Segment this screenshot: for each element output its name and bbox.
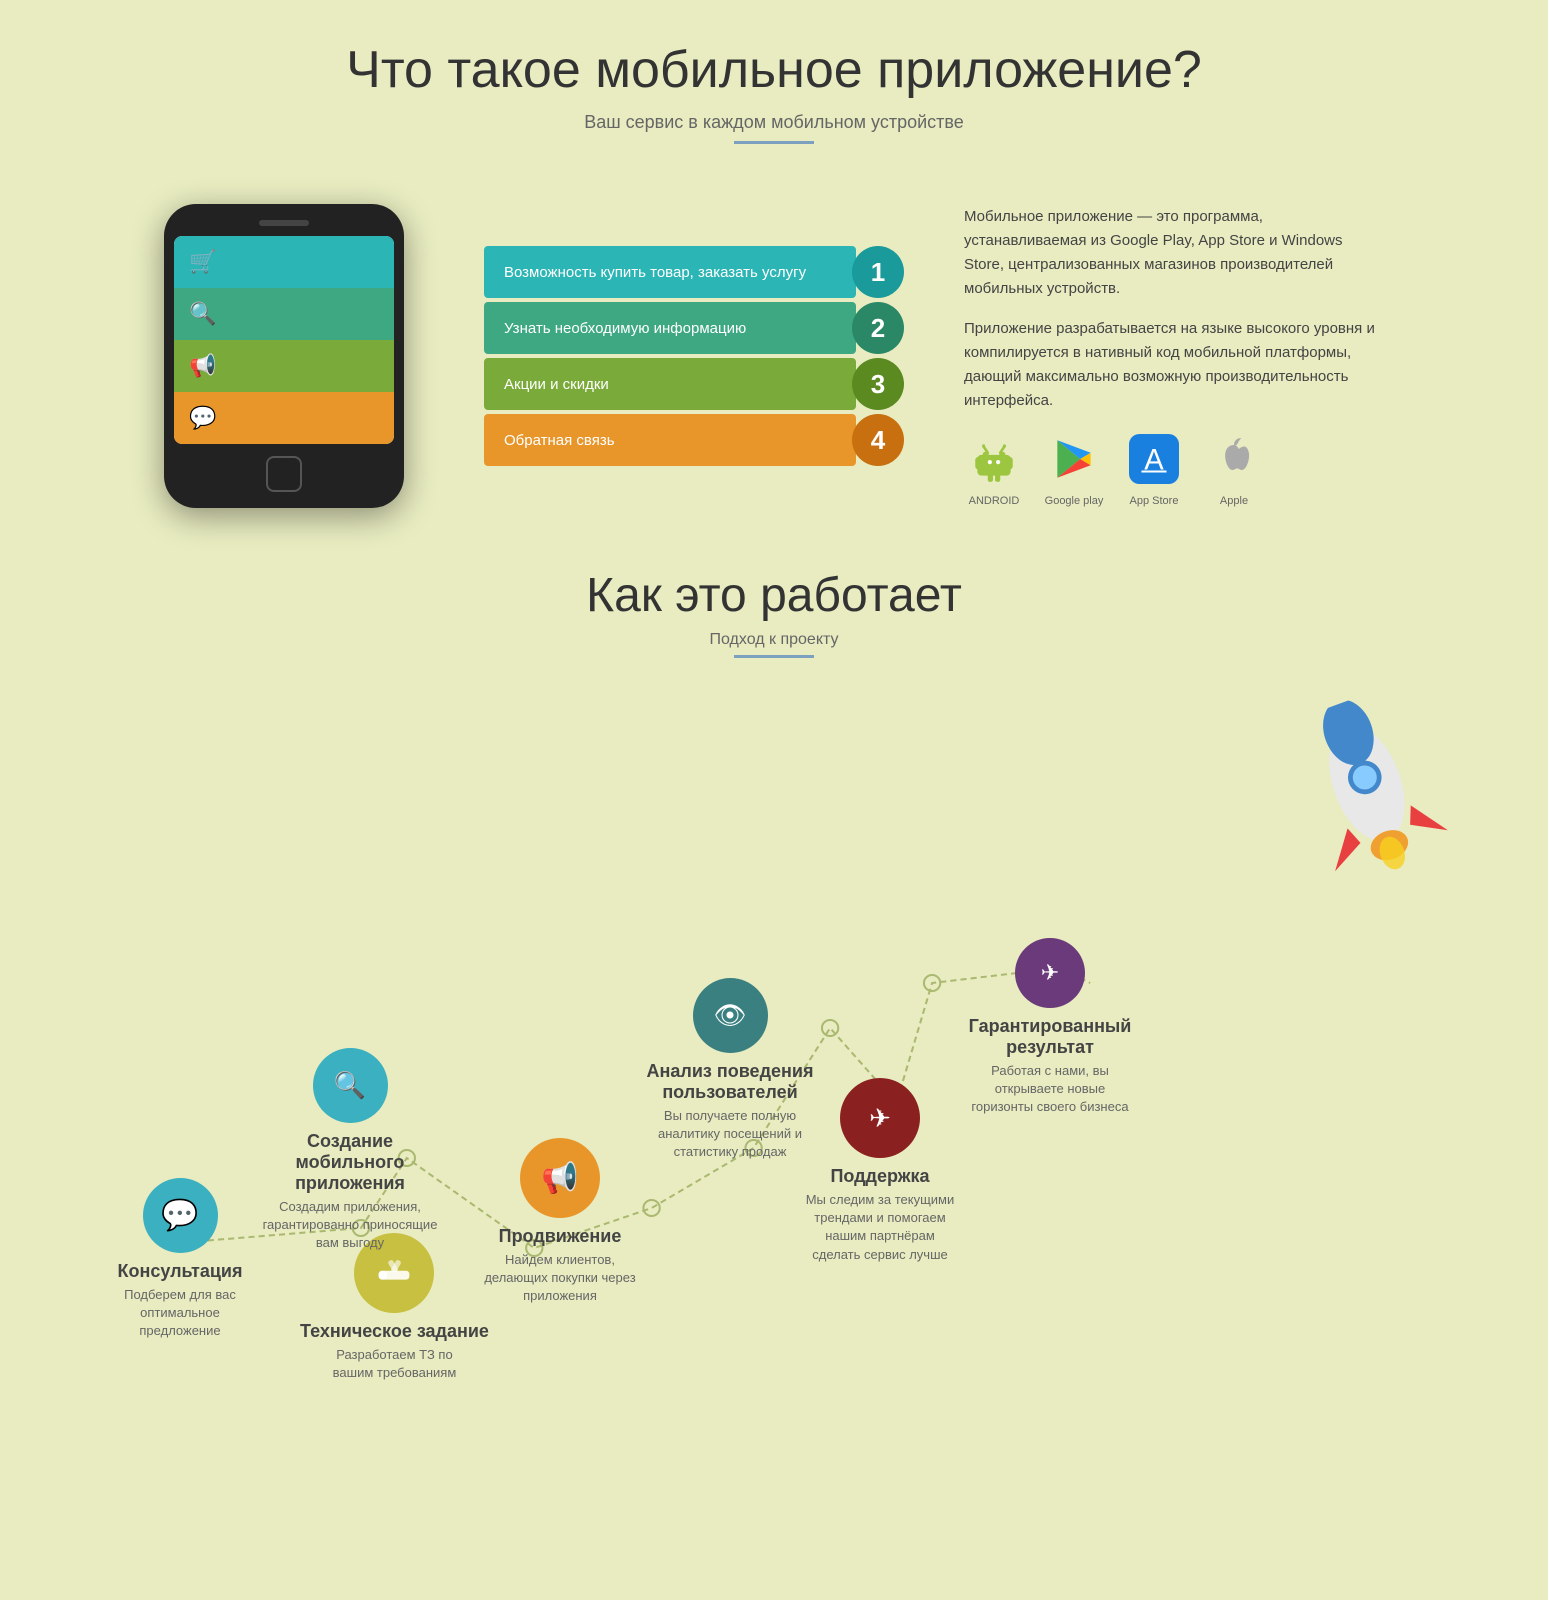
page-title: Что такое мобильное приложение? (60, 40, 1488, 100)
description-box: Мобильное приложение — это программа, ус… (964, 205, 1384, 507)
wf-consultation-title: Консультация (117, 1261, 242, 1282)
feature-bar-1: Возможность купить товар, заказать услуг… (484, 246, 856, 298)
wf-consultation-circle: 💬 (143, 1178, 218, 1253)
wf-analytics-desc: Вы получаете полную аналитику посещений … (650, 1107, 810, 1162)
page-subtitle: Ваш сервис в каждом мобильном устройстве (60, 112, 1488, 133)
wf-analytics-circle: 👁 (693, 978, 768, 1053)
app-store-icon: A (1124, 429, 1184, 489)
phone-icon-search: 🔍 (174, 288, 232, 340)
wf-promotion-circle: 📢 (520, 1138, 600, 1218)
wf-result-desc: Работая с нами, вы открываете новые гори… (970, 1062, 1130, 1117)
phone-bottom (174, 456, 394, 492)
section2-subtitle: Подход к проекту (60, 631, 1488, 649)
wf-support-desc: Мы следим за текущими трендами и помогае… (800, 1191, 960, 1264)
feature-item-2: Узнать необходимую информацию 2 (484, 302, 904, 354)
desc-para2: Приложение разрабатывается на языке высо… (964, 317, 1384, 413)
wf-creation-circle: 🔍 (313, 1048, 388, 1123)
feature-item-3: Акции и скидки 3 (484, 358, 904, 410)
phone-icon-promo: 📢 (174, 340, 232, 392)
section-what-is-app: Что такое мобильное приложение? Ваш серв… (0, 0, 1548, 204)
wf-promotion-desc: Найдем клиентов, делающих покупки через … (480, 1251, 640, 1306)
apple-label: Apple (1220, 495, 1248, 507)
wf-analytics: 👁 Анализ поведения пользователей Вы полу… (640, 978, 820, 1162)
phone-icon-cart: 🛒 (174, 236, 232, 288)
store-android: ANDROID (964, 429, 1024, 507)
store-icons: ANDROID Google play (964, 429, 1384, 507)
feature-bar-3: Акции и скидки (484, 358, 856, 410)
phone-icon-feedback: 💬 (174, 392, 232, 444)
feature-bar-2: Узнать необходимую информацию (484, 302, 856, 354)
wf-result-circle: ✈ (1015, 938, 1085, 1008)
wf-support-title: Поддержка (830, 1166, 929, 1187)
phone-row-3: 📢 (174, 340, 394, 392)
wf-result: ✈ Гарантированный результат Работая с на… (960, 938, 1140, 1117)
title-divider (734, 141, 814, 144)
wf-consultation: 💬 Консультация Подберем для вас оптималь… (100, 1178, 260, 1341)
phone-device: 🛒 🔍 📢 💬 (164, 204, 404, 508)
feature-text-3: Акции и скидки (504, 376, 609, 393)
android-label: ANDROID (969, 495, 1020, 507)
apple-icon (1204, 429, 1264, 489)
wf-result-title: Гарантированный результат (960, 1016, 1140, 1058)
wf-tech-task-desc: Разработаем ТЗ по вашим требованиям (314, 1346, 474, 1382)
wf-creation: 🔍 Создание мобильного приложения Создади… (260, 1048, 440, 1253)
google-play-label: Google play (1045, 495, 1104, 507)
wf-support: ✈ Поддержка Мы следим за текущими тренда… (800, 1078, 960, 1264)
section-how-it-works: Как это работает Подход к проекту 💬 Конс… (0, 548, 1548, 1428)
phone-features-section: 🛒 🔍 📢 💬 Возможность купить товар, зака (0, 204, 1548, 508)
wf-promotion-title: Продвижение (499, 1226, 622, 1247)
phone-row-1: 🛒 (174, 236, 394, 288)
phone-home-button (266, 456, 302, 492)
wf-analytics-title: Анализ поведения пользователей (640, 1061, 820, 1103)
phone-row-4: 💬 (174, 392, 394, 444)
wf-promotion: 📢 Продвижение Найдем клиентов, делающих … (480, 1138, 640, 1306)
feature-item-1: Возможность купить товар, заказать услуг… (484, 246, 904, 298)
features-list: Возможность купить товар, заказать услуг… (484, 246, 904, 466)
feature-num-3: 3 (852, 358, 904, 410)
app-store-label: App Store (1130, 495, 1179, 507)
phone-row-2: 🔍 (174, 288, 394, 340)
feature-num-1: 1 (852, 246, 904, 298)
feature-text-2: Узнать необходимую информацию (504, 320, 746, 337)
rocket-icon (1268, 678, 1479, 921)
wf-consultation-desc: Подберем для вас оптимальное предложение (100, 1286, 260, 1341)
google-play-icon (1044, 429, 1104, 489)
feature-text-1: Возможность купить товар, заказать услуг… (504, 264, 806, 281)
wf-tech-task: Техническое задание Разработаем ТЗ по ва… (300, 1233, 489, 1382)
workflow-diagram: 💬 Консультация Подберем для вас оптималь… (60, 688, 1488, 1388)
phone-screen: 🛒 🔍 📢 💬 (174, 236, 394, 444)
wf-support-circle: ✈ (840, 1078, 920, 1158)
feature-num-4: 4 (852, 414, 904, 466)
section2-title: Как это работает (60, 568, 1488, 623)
store-apple: Apple (1204, 429, 1264, 507)
section2-divider (734, 655, 814, 658)
feature-item-4: Обратная связь 4 (484, 414, 904, 466)
store-app-store: A App Store (1124, 429, 1184, 507)
phone-mockup: 🛒 🔍 📢 💬 (164, 204, 424, 508)
wf-creation-desc: Создадим приложения, гарантированно прин… (260, 1198, 440, 1253)
android-icon (964, 429, 1024, 489)
phone-speaker (259, 220, 309, 226)
feature-text-4: Обратная связь (504, 432, 615, 449)
store-google-play: Google play (1044, 429, 1104, 507)
desc-para1: Мобильное приложение — это программа, ус… (964, 205, 1384, 301)
wf-tech-task-title: Техническое задание (300, 1321, 489, 1342)
feature-bar-4: Обратная связь (484, 414, 856, 466)
phone-top (174, 220, 394, 226)
feature-num-2: 2 (852, 302, 904, 354)
wf-creation-title: Создание мобильного приложения (260, 1131, 440, 1194)
